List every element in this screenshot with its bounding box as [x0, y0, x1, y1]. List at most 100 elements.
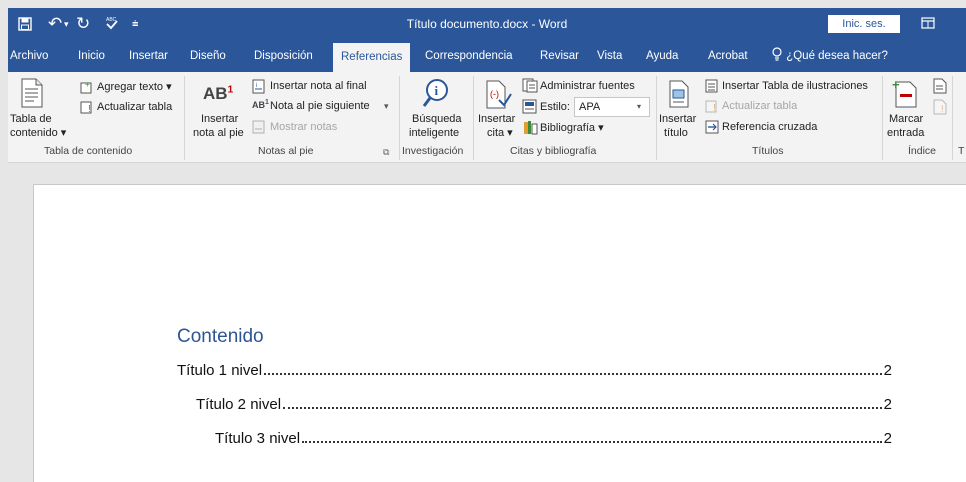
style-select[interactable]: APA ▾ — [574, 97, 650, 117]
show-notes-icon — [252, 120, 266, 139]
tab-revisar[interactable]: Revisar — [540, 40, 579, 72]
insert-citation-label-1: Insertar — [478, 113, 516, 125]
document-canvas: Contenido Título 1 nivel 2 Título 2 nive… — [8, 163, 966, 482]
insert-table-figures-icon — [705, 79, 719, 98]
toc-entry[interactable]: Título 1 nivel 2 — [177, 362, 892, 384]
mark-entry-label-1: Marcar — [889, 113, 924, 125]
toc-entry-page: 2 — [883, 362, 892, 379]
insert-caption-label-1: Insertar — [659, 113, 697, 125]
tab-diseno[interactable]: Diseño — [190, 40, 226, 72]
update-index-icon[interactable]: ! — [933, 99, 947, 120]
smart-lookup-label-2: inteligente — [409, 127, 460, 139]
title-bar: ↶ ▾ ↻ ABC ⩧ Título documento.docx - Word… — [8, 8, 966, 40]
next-footnote-button[interactable]: Nota al pie siguiente — [270, 99, 370, 113]
smart-lookup-label-1: Búsqueda — [412, 113, 462, 125]
toc-leader-dots — [283, 407, 882, 409]
toc-button-label-1: Tabla de — [10, 113, 52, 125]
tell-me-label: ¿Qué desea hacer? — [786, 50, 888, 62]
toc-entry-page: 2 — [883, 396, 892, 413]
show-notes-button[interactable]: Mostrar notas — [270, 120, 337, 134]
add-text-button[interactable]: Agregar texto ▾ — [97, 80, 172, 94]
group-separator — [399, 76, 400, 160]
insert-footnote-label-1: Insertar — [201, 113, 239, 125]
style-select-value: APA — [579, 101, 601, 113]
group-label-next-partial: T — [958, 145, 965, 157]
toc-entry[interactable]: Título 3 nivel 2 — [215, 430, 892, 452]
tab-vista[interactable]: Vista — [597, 40, 622, 72]
document-page[interactable]: Contenido Título 1 nivel 2 Título 2 nive… — [33, 184, 966, 482]
document-title: Título documento.docx - Word — [406, 17, 568, 31]
toc-leader-dots — [302, 441, 882, 443]
svg-text:+: + — [85, 80, 90, 89]
tab-disposicion[interactable]: Disposición — [254, 40, 313, 72]
sign-in-button[interactable]: Inic. ses. — [828, 15, 900, 33]
cross-reference-button[interactable]: Referencia cruzada — [722, 120, 817, 134]
insert-endnote-icon: i — [252, 79, 267, 99]
update-table-figures-button[interactable]: Actualizar tabla — [722, 99, 797, 113]
group-label-toc: Tabla de contenido — [44, 145, 133, 157]
ribbon-referencias: Tabla de contenido ▾ + Agregar texto ▾ !… — [8, 72, 966, 163]
style-icon — [522, 99, 538, 119]
group-label-research: Investigación — [402, 145, 464, 157]
group-label-footnotes: Notas al pie — [258, 145, 314, 157]
tab-acrobat[interactable]: Acrobat — [708, 40, 748, 72]
group-separator — [656, 76, 657, 160]
update-table-icon: ! — [80, 100, 94, 119]
manage-sources-icon — [522, 78, 538, 98]
add-text-icon: + — [80, 80, 94, 99]
chevron-down-icon: ▾ — [637, 102, 642, 111]
next-footnote-dropdown-icon[interactable]: ▾ — [384, 99, 389, 113]
bibliography-icon — [522, 120, 538, 140]
tab-insertar[interactable]: Insertar — [129, 40, 168, 72]
ribbon-display-options-icon[interactable] — [918, 14, 938, 34]
update-table-disabled-icon: ! — [705, 99, 719, 118]
ribbon-tabs: Archivo Inicio Insertar Diseño Disposici… — [8, 40, 966, 72]
next-footnote-icon: AB1 — [252, 99, 269, 110]
dialog-launcher-icon[interactable]: ⧉ — [383, 147, 389, 158]
svg-text:i: i — [256, 83, 257, 89]
group-label-index: Índice — [908, 145, 937, 157]
footnote-ab-icon: AB1 — [203, 84, 234, 103]
svg-text:!: ! — [941, 104, 944, 114]
toc-entry-label: Título 1 nivel — [177, 362, 263, 379]
tab-inicio[interactable]: Inicio — [78, 40, 105, 72]
style-label: Estilo: — [540, 101, 570, 113]
bibliography-button[interactable]: Bibliografía ▾ — [540, 121, 604, 135]
table-of-contents-icon — [21, 78, 43, 108]
cross-reference-icon — [705, 120, 719, 139]
group-separator — [882, 76, 883, 160]
insert-citation-label-2: cita ▾ — [487, 127, 513, 139]
insert-table-figures-button[interactable]: Insertar Tabla de ilustraciones — [722, 79, 868, 93]
tab-archivo[interactable]: Archivo — [10, 40, 48, 72]
insert-index-icon[interactable] — [933, 78, 947, 99]
tab-ayuda[interactable]: Ayuda — [646, 40, 678, 72]
mark-entry-icon: + — [892, 78, 917, 108]
tell-me-search[interactable]: ¿Qué desea hacer? — [771, 40, 888, 72]
toc-leader-dots — [264, 373, 882, 375]
toc-heading[interactable]: Contenido — [177, 326, 264, 348]
insert-citation-icon: (-) — [486, 80, 512, 109]
manage-sources-button[interactable]: Administrar fuentes — [540, 79, 635, 93]
toc-entry[interactable]: Título 2 nivel 2 — [196, 396, 892, 418]
svg-text:!: ! — [713, 103, 716, 113]
word-window: ↶ ▾ ↻ ABC ⩧ Título documento.docx - Word… — [0, 0, 966, 482]
toc-entry-label: Título 3 nivel — [215, 430, 301, 447]
insert-endnote-button[interactable]: Insertar nota al final — [270, 79, 367, 93]
insert-caption-label-2: título — [664, 127, 688, 139]
group-label-citations: Citas y bibliografía — [510, 145, 597, 157]
svg-text:+: + — [892, 78, 900, 92]
svg-text:i: i — [435, 83, 439, 98]
insert-footnote-label-2: nota al pie — [193, 127, 244, 139]
tab-correspondencia[interactable]: Correspondencia — [425, 40, 513, 72]
svg-text:!: ! — [88, 104, 91, 114]
insert-caption-icon — [669, 80, 689, 108]
smart-lookup-icon: i — [422, 79, 448, 107]
toc-entry-page: 2 — [883, 430, 892, 447]
lightbulb-icon — [771, 47, 786, 62]
group-separator — [184, 76, 185, 160]
mark-entry-label-2: entrada — [887, 127, 925, 139]
tab-referencias[interactable]: Referencias — [333, 43, 411, 72]
group-separator — [473, 76, 474, 160]
update-table-button[interactable]: Actualizar tabla — [97, 100, 172, 114]
group-separator — [952, 76, 953, 160]
